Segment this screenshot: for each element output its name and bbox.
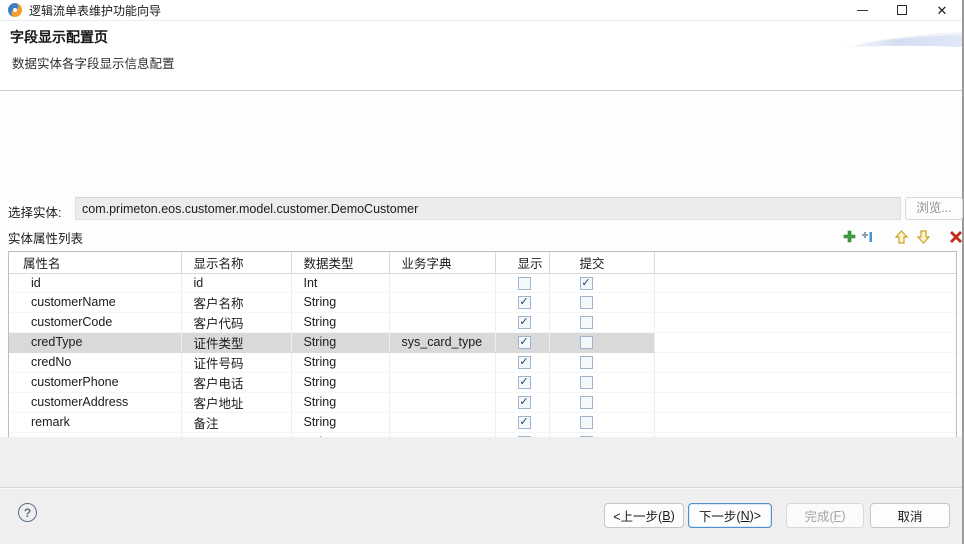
table-row[interactable]: customerName 客户名称 String — [9, 292, 956, 312]
property-list-toolbar — [840, 229, 962, 245]
minimize-icon — [857, 10, 868, 11]
back-label: <上一步( — [613, 506, 662, 525]
entity-label: 选择实体: — [8, 202, 61, 221]
col-header-spacer — [654, 252, 956, 273]
next-label: 下一步( — [699, 506, 741, 525]
title-bar: 逻辑流单表维护功能向导 ✕ — [0, 0, 962, 21]
table-row[interactable]: customerAddress 客户地址 String — [9, 392, 956, 412]
submit-checkbox[interactable] — [580, 296, 593, 309]
browse-button[interactable]: 浏览... — [905, 197, 963, 220]
add-row-button[interactable] — [842, 229, 857, 244]
submit-checkbox[interactable] — [580, 376, 593, 389]
show-checkbox[interactable] — [518, 316, 531, 329]
wizard-dialog: 逻辑流单表维护功能向导 ✕ 字段显示配置页 数据实体各字段显示信息配置 选择实体… — [0, 0, 964, 544]
show-checkbox[interactable] — [518, 396, 531, 409]
close-icon: ✕ — [937, 4, 948, 17]
help-icon: ? — [24, 506, 31, 520]
show-checkbox[interactable] — [518, 376, 531, 389]
submit-checkbox[interactable] — [580, 336, 593, 349]
table-row[interactable]: credType 证件类型 String sys_card_type — [9, 332, 956, 352]
add-icon — [843, 230, 856, 243]
page-title: 字段显示配置页 — [10, 27, 108, 47]
window-controls: ✕ — [842, 0, 962, 20]
move-up-button[interactable] — [894, 229, 909, 244]
cancel-button[interactable]: 取消 — [870, 503, 950, 528]
minimize-button[interactable] — [842, 0, 882, 20]
submit-checkbox[interactable] — [580, 316, 593, 329]
submit-checkbox[interactable] — [580, 416, 593, 429]
submit-checkbox[interactable] — [580, 396, 593, 409]
insert-icon — [861, 231, 873, 243]
col-header-property-name[interactable]: 属性名 — [9, 252, 181, 273]
table-row[interactable]: credNo 证件号码 String — [9, 352, 956, 372]
move-down-icon — [917, 230, 930, 244]
delete-icon — [950, 231, 962, 243]
banner-swoosh-decoration — [840, 26, 962, 52]
separator — [0, 487, 962, 489]
col-header-display-name[interactable]: 显示名称 — [181, 252, 291, 273]
help-button[interactable]: ? — [18, 503, 37, 522]
wizard-banner: 字段显示配置页 数据实体各字段显示信息配置 — [0, 22, 962, 91]
move-up-icon — [895, 230, 908, 244]
col-header-data-type[interactable]: 数据类型 — [291, 252, 389, 273]
show-checkbox[interactable] — [518, 336, 531, 349]
entity-input[interactable]: com.primeton.eos.customer.model.customer… — [75, 197, 901, 220]
table-row[interactable]: id id Int — [9, 273, 956, 292]
table-row[interactable]: customerCode 客户代码 String — [9, 312, 956, 332]
page-subtitle: 数据实体各字段显示信息配置 — [12, 53, 175, 72]
finish-label: 完成( — [805, 506, 834, 525]
button-bar: ? <上一步(B) 下一步(N)> 完成(F) 取消 — [0, 437, 962, 544]
property-list-label: 实体属性列表 — [8, 228, 83, 247]
col-header-show[interactable]: 显示 — [495, 252, 549, 273]
insert-row-button[interactable] — [859, 229, 874, 244]
show-checkbox[interactable] — [518, 277, 531, 290]
show-checkbox[interactable] — [518, 416, 531, 429]
col-header-submit[interactable]: 提交 — [549, 252, 654, 273]
close-button[interactable]: ✕ — [922, 0, 962, 20]
col-header-dictionary[interactable]: 业务字典 — [389, 252, 495, 273]
delete-row-button[interactable] — [948, 229, 963, 244]
table-row[interactable]: remark 备注 String — [9, 412, 956, 432]
show-checkbox[interactable] — [518, 356, 531, 369]
wizard-content: 选择实体: com.primeton.eos.customer.model.cu… — [0, 91, 962, 437]
submit-checkbox[interactable] — [580, 277, 593, 290]
back-button[interactable]: <上一步(B) — [604, 503, 684, 528]
window-title: 逻辑流单表维护功能向导 — [29, 2, 161, 19]
table-row[interactable]: customerPhone 客户电话 String — [9, 372, 956, 392]
maximize-button[interactable] — [882, 0, 922, 20]
table-header-row: 属性名 显示名称 数据类型 业务字典 显示 提交 — [9, 252, 956, 273]
next-button[interactable]: 下一步(N)> — [688, 503, 772, 528]
show-checkbox[interactable] — [518, 296, 531, 309]
app-logo-icon — [8, 3, 22, 17]
move-down-button[interactable] — [916, 229, 931, 244]
submit-checkbox[interactable] — [580, 356, 593, 369]
finish-button: 完成(F) — [786, 503, 864, 528]
maximize-icon — [897, 5, 907, 15]
